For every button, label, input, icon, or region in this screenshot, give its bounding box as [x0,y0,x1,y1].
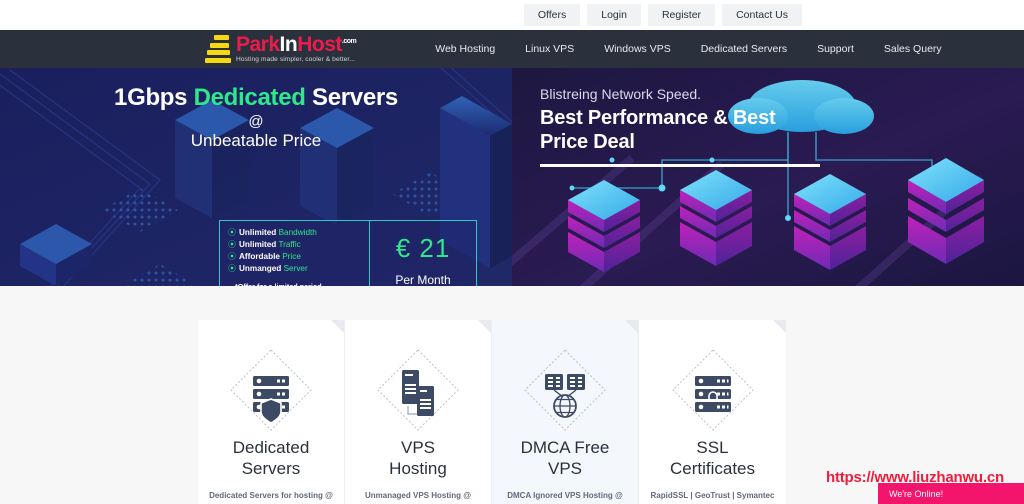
promo-price-period: Per Month [370,273,476,286]
nav-item-sales-query[interactable]: Sales Query [869,43,957,55]
live-chat-label: We're Online! [889,489,943,499]
site-header: ParkInHost.com Hosting made simpler, coo… [0,30,1024,68]
card-title-line2: Hosting [345,459,491,480]
promo-item-bold: Affordable [239,252,280,261]
promo-price-block: € 21 Per Month [370,221,476,286]
nav-item-web-hosting[interactable]: Web Hosting [420,43,510,55]
two-towers-icon [345,342,491,438]
product-card-dedicated-servers[interactable]: Dedicated Servers Dedicated Servers for … [198,320,345,504]
product-card-vps-hosting[interactable]: VPS Hosting Unmanaged VPS Hosting @ [345,320,492,504]
promo-price-amount: € 21 [370,233,476,264]
logo-part-com: .com [342,38,356,45]
promo-limited-period-note: *Offer for a limited period [228,282,369,286]
promo-feature-item: ⦿Unmanged Server [228,263,369,275]
promo-item-tint: Bandwidth [279,228,317,237]
promo-feature-item: ⦿Unlimited Bandwidth [228,227,369,239]
promo-item-bold: Unlimited [239,228,276,237]
corner-fold-decoration [331,320,344,333]
hero-headline-at: @ [0,113,512,130]
check-circle-icon: ⦿ [228,240,236,249]
card-title-line1: Dedicated [198,438,344,459]
promo-feature-list: ⦿Unlimited Bandwidth ⦿Unlimited Traffic … [220,221,370,286]
corner-fold-decoration [478,320,491,333]
product-card-row: Dedicated Servers Dedicated Servers for … [198,320,834,504]
logo-text: ParkInHost.com Hosting made simpler, coo… [236,34,356,64]
corner-fold-decoration [773,320,786,333]
logo-part-park: Park [236,33,280,56]
nav-item-linux-vps[interactable]: Linux VPS [510,43,589,55]
site-logo[interactable]: ParkInHost.com Hosting made simpler, coo… [205,34,356,64]
servers-globe-icon [492,342,638,438]
promo-feature-item: ⦿Affordable Price [228,251,369,263]
nav-item-support[interactable]: Support [802,43,869,55]
card-subtitle: Dedicated Servers for hosting @ [198,491,344,500]
hero-right-panel: Blistreing Network Speed. Best Performan… [512,68,1024,286]
card-title-line2: Certificates [639,459,786,480]
check-circle-icon: ⦿ [228,228,236,237]
hero-right-text: Blistreing Network Speed. Best Performan… [512,68,1024,167]
promo-feature-item: ⦿Unlimited Traffic [228,239,369,251]
server-shield-icon [198,342,344,438]
main-navigation: Web Hosting Linux VPS Windows VPS Dedica… [420,43,956,55]
check-circle-icon: ⦿ [228,264,236,273]
card-title-line1: VPS [345,438,491,459]
hero-headline: 1Gbps Dedicated Servers [0,84,512,112]
contact-us-button[interactable]: Contact Us [722,4,802,27]
logo-part-host: Host [297,33,342,56]
hero-headline-part-dedicated: Dedicated [194,84,306,111]
card-title-line1: SSL [639,438,786,459]
promo-item-bold: Unlimited [239,240,276,249]
promo-item-tint: Traffic [278,240,300,249]
hero-right-headline-line1: Best Performance & Best [540,106,1024,130]
card-title-line1: DMCA Free [492,438,638,459]
product-card-ssl-certificates[interactable]: SSL Certificates RapidSSL | GeoTrust | S… [639,320,786,504]
card-title-line2: Servers [198,459,344,480]
nav-item-windows-vps[interactable]: Windows VPS [589,43,686,55]
logo-part-in: In [280,33,298,56]
hero-right-headline-line2: Price Deal [540,130,1024,154]
promo-item-tint: Server [284,264,308,273]
card-subtitle: RapidSSL | GeoTrust | Symantec [639,491,786,500]
card-title-line2: VPS [492,459,638,480]
hero-subheadline: Unbeatable Price [0,131,512,151]
server-stack-logo-icon [205,34,231,64]
promo-offer-box: ⦿Unlimited Bandwidth ⦿Unlimited Traffic … [219,220,477,286]
promo-item-bold: Unmanged [239,264,281,273]
hero-right-divider [540,164,820,167]
check-circle-icon: ⦿ [228,252,236,261]
hero-headline-part-servers: Servers [312,84,398,111]
corner-fold-decoration [625,320,638,333]
card-subtitle: DMCA Ignored VPS Hosting @ [492,491,638,500]
hero-left-text: 1Gbps Dedicated Servers @ Unbeatable Pri… [0,68,512,151]
card-subtitle: Unmanaged VPS Hosting @ [345,491,491,500]
logo-tagline: Hosting made simpler, cooler & better... [236,57,356,64]
server-lock-icon [639,342,786,438]
live-chat-widget[interactable]: We're Online! [878,483,1024,504]
hero-headline-part-1gbps: 1Gbps [114,84,187,111]
top-utility-bar: Offers Login Register Contact Us [0,0,1024,30]
register-button[interactable]: Register [648,4,715,27]
offers-button[interactable]: Offers [524,4,580,27]
promo-item-tint: Price [282,252,301,261]
hero-right-tagline: Blistreing Network Speed. [540,86,1024,102]
login-button[interactable]: Login [587,4,641,27]
nav-item-dedicated-servers[interactable]: Dedicated Servers [686,43,802,55]
hero-banner: 1Gbps Dedicated Servers @ Unbeatable Pri… [0,68,1024,286]
product-card-dmca-free-vps[interactable]: DMCA Free VPS DMCA Ignored VPS Hosting @ [492,320,639,504]
